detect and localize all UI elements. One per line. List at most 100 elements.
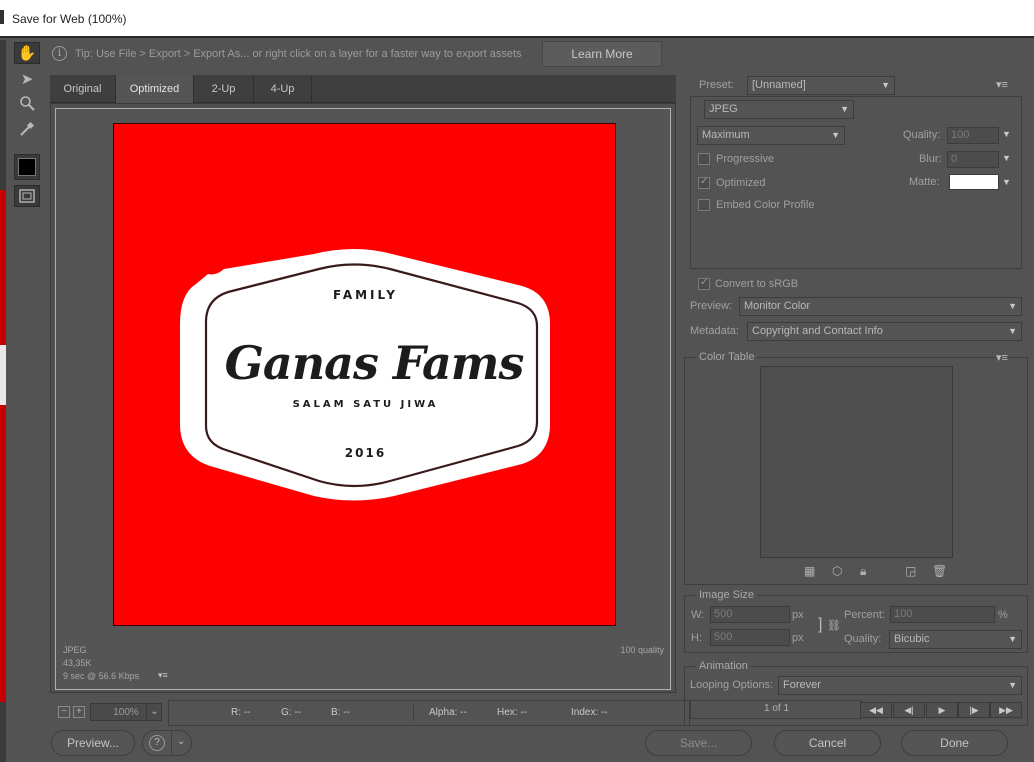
height-unit: px [792,632,804,644]
tool-column: ✋ ➤ [8,40,46,220]
matte-color-swatch[interactable] [949,174,999,190]
eyedropper-icon[interactable] [14,118,40,140]
pixel-hex: Hex: -- [497,707,527,718]
logo-name-text: Ganas Fams [224,336,525,390]
preview-color-value: Monitor Color [744,300,811,312]
browser-preview-button[interactable]: ? ⌄ [142,730,192,756]
pixel-g: G: -- [281,707,301,718]
quality-input[interactable]: 100 [947,127,999,144]
status-time: 9 sec @ 56.6 Kbps [63,671,140,681]
chevron-down-icon[interactable]: ▼ [1002,129,1011,139]
metadata-value: Copyright and Contact Info [752,325,883,337]
map-transparent-icon[interactable]: ▦ [804,564,815,578]
tip-bar: i Tip: Use File > Export > Export As... … [48,40,1034,70]
first-frame-button[interactable]: ◀◀ [860,702,892,718]
cancel-button[interactable]: Cancel [774,730,881,756]
tab-4-up[interactable]: 4-Up [254,75,312,103]
preview-label: Preview: [690,300,733,312]
title-bar: Save for Web (100%) [0,0,1034,38]
preset-value: [Unnamed] [752,79,806,91]
width-label: W: [691,609,705,621]
optimized-checkbox[interactable] [698,176,710,189]
progressive-label: Progressive [716,153,775,165]
convert-srgb-checkbox[interactable] [698,277,710,290]
divider [413,705,414,721]
resample-quality-value: Bicubic [894,633,930,645]
color-table-menu-icon[interactable]: ▾≡ [996,351,1008,364]
chevron-down-icon: ▼ [1008,680,1017,690]
chevron-down-icon[interactable]: ⌄ [146,703,162,721]
convert-srgb-label: Convert to sRGB [715,278,799,290]
download-speed-menu-icon[interactable]: ▾≡ [158,670,168,681]
height-input[interactable]: 500 [710,629,790,646]
window-title: Save for Web (100%) [12,12,127,26]
percent-label: Percent: [844,609,885,621]
next-frame-button[interactable]: |▶ [958,702,990,718]
chevron-down-icon: ▼ [1008,301,1017,311]
hand-icon[interactable]: ✋ [14,42,40,64]
matte-label: Matte: [909,176,940,188]
last-frame-button[interactable]: ▶▶ [990,702,1022,718]
background-document-strip [0,40,6,762]
zoom-out-button[interactable]: − [58,706,70,718]
learn-more-button[interactable]: Learn More [542,41,662,67]
embed-color-profile-checkbox[interactable] [698,199,710,211]
chevron-down-icon[interactable]: ▼ [1002,153,1011,163]
done-button[interactable]: Done [901,730,1008,756]
lock-icon[interactable]: 🔒︎ [860,564,866,579]
chevron-down-icon: ▼ [1008,326,1017,336]
eyedropper-color-swatch[interactable] [14,154,40,180]
quality-label: Quality: [903,129,941,141]
play-button[interactable]: ▶ [926,702,958,718]
chevron-down-icon[interactable]: ▼ [1002,177,1011,187]
optimized-label: Optimized [716,177,766,189]
web-shift-icon[interactable]: ⬡ [832,564,842,578]
animation-title: Animation [696,660,751,672]
preset-label: Preset: [699,79,734,91]
toggle-slices-icon[interactable] [14,185,40,207]
resample-quality-dropdown[interactable]: Bicubic ▼ [889,630,1022,649]
tab-2-up[interactable]: 2-Up [194,75,254,103]
progressive-checkbox[interactable] [698,153,710,165]
metadata-dropdown[interactable]: Copyright and Contact Info ▼ [747,322,1022,341]
tip-text: Tip: Use File > Export > Export As... or… [75,48,522,60]
tab-original[interactable]: Original [50,75,116,103]
status-size: 43,35K [63,658,92,668]
save-button[interactable]: Save... [645,730,752,756]
height-label: H: [691,632,702,644]
blur-label: Blur: [919,153,942,165]
slice-select-icon[interactable]: ➤ [14,68,40,90]
looping-options-value: Forever [783,679,821,691]
zoom-icon[interactable] [14,92,40,114]
info-icon: i [52,46,67,61]
preview-color-dropdown[interactable]: Monitor Color ▼ [739,297,1022,316]
preset-dropdown[interactable]: [Unnamed] ▼ [747,76,895,95]
logo-tagline-text: SALAM SATU JIWA [292,399,439,410]
percent-input[interactable]: 100 [890,606,995,623]
link-icon[interactable]: ⛓ [827,619,841,632]
trash-icon[interactable]: 🗑︎ [932,564,947,578]
format-dropdown[interactable]: JPEG ▼ [704,100,854,119]
preview-button[interactable]: Preview... [51,730,135,756]
preset-menu-icon[interactable]: ▾≡ [996,78,1008,91]
tab-optimized[interactable]: Optimized [116,75,194,103]
frame-counter: 1 of 1 [764,703,790,714]
format-value: JPEG [709,103,738,115]
chevron-down-icon: ▼ [881,80,890,90]
blur-input[interactable]: 0 [947,151,999,168]
width-input[interactable]: 500 [710,606,790,623]
quality-level-value: Maximum [702,129,750,141]
background-document-red [0,190,6,702]
status-quality: 100 quality [620,645,664,655]
pixel-info-bar: R: -- G: -- B: -- Alpha: -- Hex: -- Inde… [168,700,690,726]
new-color-icon[interactable]: ◲ [905,564,916,578]
view-tabs: Original Optimized 2-Up 4-Up [50,75,676,103]
logo-family-text: FAMILY [333,288,398,302]
looping-options-dropdown[interactable]: Forever ▼ [778,676,1022,695]
quality-level-dropdown[interactable]: Maximum ▼ [697,126,845,145]
zoom-in-button[interactable]: + [73,706,85,718]
constrain-bracket: ] [818,616,823,633]
status-format: JPEG [63,645,87,655]
previous-frame-button[interactable]: ◀| [893,702,925,718]
pixel-r: R: -- [231,707,251,718]
